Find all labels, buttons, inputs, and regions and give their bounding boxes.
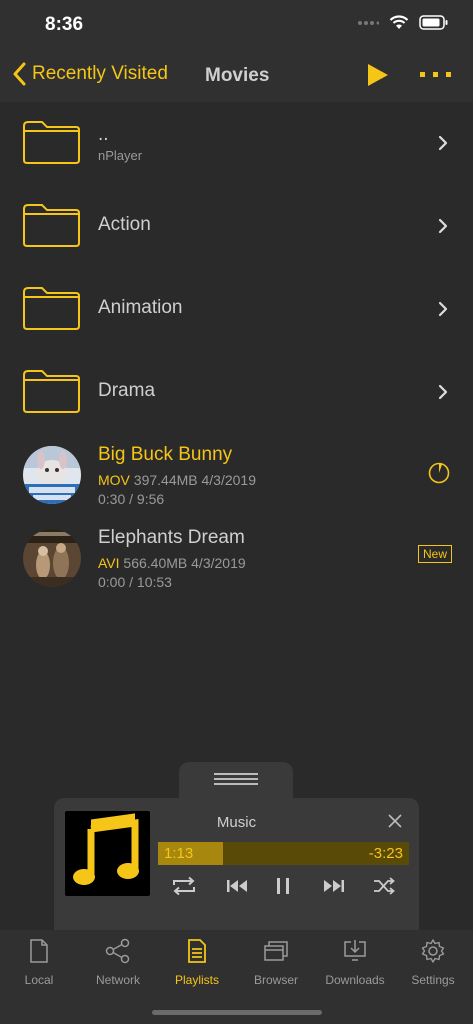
- media-date: 4/3/2019: [191, 555, 246, 571]
- tab-local[interactable]: Local: [0, 938, 78, 987]
- media-meta: MOV 397.44MB 4/3/2019: [98, 472, 256, 488]
- folder-name: Drama: [98, 380, 156, 401]
- media-format: MOV: [98, 472, 130, 488]
- mini-player: Music 1:13 -3:23: [54, 798, 419, 930]
- media-progress-time: 0:30 / 9:56: [98, 491, 165, 507]
- wifi-icon: [389, 15, 409, 29]
- tab-browser[interactable]: Browser: [237, 938, 315, 987]
- tab-playlists[interactable]: Playlists: [158, 938, 236, 987]
- folder-name: ..: [98, 124, 109, 145]
- chevron-left-icon: [13, 62, 26, 86]
- tab-label: Playlists: [174, 973, 219, 987]
- navigation-bar: Recently Visited Movies: [0, 50, 473, 102]
- chevron-right-icon: [438, 384, 448, 400]
- tab-label: Local: [24, 973, 54, 987]
- watch-progress-icon: [428, 462, 450, 484]
- cellular-signal-icon: [358, 20, 379, 25]
- close-icon[interactable]: [388, 814, 402, 828]
- tab-label: Network: [95, 973, 140, 987]
- home-indicator: [152, 1010, 322, 1015]
- status-icons: [357, 15, 449, 30]
- media-size: 397.44MB: [133, 472, 198, 488]
- current-time: 1:13: [164, 845, 194, 862]
- folder-name: Action: [98, 214, 151, 235]
- media-progress-time: 0:00 / 10:53: [98, 574, 172, 590]
- next-track-icon[interactable]: [323, 876, 345, 896]
- status-bar: 8:36: [0, 0, 473, 50]
- folder-icon: [23, 121, 80, 164]
- tab-label: Browser: [253, 973, 298, 987]
- more-options-icon[interactable]: [420, 72, 452, 78]
- chevron-right-icon: [438, 135, 448, 151]
- document-icon: [30, 939, 48, 963]
- tab-label: Downloads: [325, 973, 385, 987]
- status-time: 8:36: [45, 14, 84, 35]
- file-list: .. nPlayer Action Animation Drama Big Bu…: [0, 102, 473, 606]
- tab-network[interactable]: Network: [79, 938, 157, 987]
- shuffle-icon[interactable]: [373, 876, 395, 896]
- folder-icon: [23, 287, 80, 330]
- tab-downloads[interactable]: Downloads: [316, 938, 394, 987]
- video-thumbnail: [23, 446, 81, 504]
- folder-name: Animation: [98, 297, 183, 318]
- remaining-time: -3:23: [368, 845, 403, 862]
- media-title: Elephants Dream: [98, 527, 245, 548]
- play-icon[interactable]: [366, 63, 390, 87]
- pause-icon[interactable]: [276, 876, 290, 896]
- share-icon: [105, 938, 130, 964]
- media-format: AVI: [98, 555, 120, 571]
- browser-icon: [264, 941, 288, 961]
- new-badge: New: [418, 545, 453, 563]
- drag-handle-icon: [214, 773, 258, 785]
- tab-settings[interactable]: Settings: [394, 938, 472, 987]
- media-date: 4/3/2019: [201, 472, 257, 488]
- chevron-right-icon: [438, 218, 448, 234]
- media-size: 566.40MB: [123, 555, 188, 571]
- folder-row-parent[interactable]: .. nPlayer: [0, 102, 473, 185]
- folder-row-drama[interactable]: Drama: [0, 351, 473, 434]
- gear-icon: [421, 939, 445, 963]
- folder-icon: [23, 370, 80, 413]
- back-button[interactable]: Recently Visited: [12, 62, 168, 86]
- repeat-icon[interactable]: [170, 876, 198, 896]
- page-title: Movies: [205, 65, 270, 86]
- seek-bar[interactable]: 1:13 -3:23: [158, 842, 409, 865]
- battery-icon: [419, 15, 448, 30]
- media-title: Big Buck Bunny: [98, 444, 233, 465]
- folder-icon: [23, 204, 80, 247]
- video-thumbnail: [23, 529, 81, 587]
- chevron-right-icon: [438, 301, 448, 317]
- download-icon: [344, 940, 366, 961]
- folder-row-animation[interactable]: Animation: [0, 268, 473, 351]
- tab-label: Settings: [411, 973, 455, 987]
- player-title: Music: [216, 814, 257, 831]
- media-row-big-buck-bunny[interactable]: Big Buck Bunny MOV 397.44MB 4/3/2019 0:3…: [0, 440, 473, 523]
- previous-track-icon[interactable]: [226, 876, 248, 896]
- player-drag-handle[interactable]: [179, 762, 293, 802]
- playlist-icon: [188, 939, 206, 963]
- back-button-label: Recently Visited: [32, 63, 168, 84]
- folder-subtitle: nPlayer: [98, 148, 143, 163]
- media-row-elephants-dream[interactable]: Elephants Dream AVI 566.40MB 4/3/2019 0:…: [0, 523, 473, 606]
- media-meta: AVI 566.40MB 4/3/2019: [98, 555, 246, 571]
- folder-row-action[interactable]: Action: [0, 185, 473, 268]
